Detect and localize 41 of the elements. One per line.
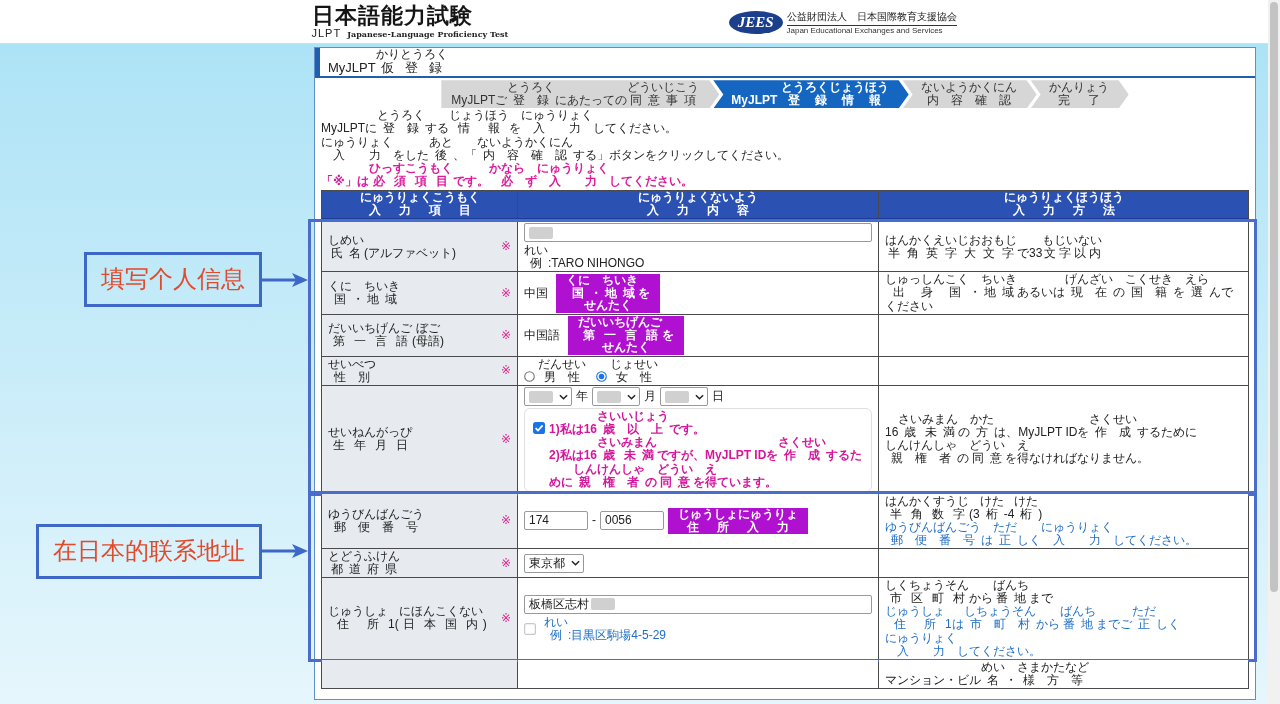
logo-subtitle: Japanese-Language Proficiency Test — [347, 29, 509, 39]
required-mark: ※ — [500, 328, 511, 342]
field-value: 月 — [644, 390, 656, 404]
dropdown-select[interactable]: 東京都 — [524, 553, 584, 573]
callout-label: 在日本的联系地址 — [36, 523, 262, 579]
logo-title: 日本語能力試験 — [311, 3, 474, 27]
field-value: 年 — [576, 390, 588, 404]
callout-label: 填写个人信息 — [84, 252, 262, 308]
text-field[interactable]: 174 — [524, 511, 588, 531]
required-mark: ※ — [500, 240, 511, 254]
dropdown-select[interactable] — [592, 387, 640, 407]
checkbox[interactable] — [533, 422, 545, 435]
field-value: - — [592, 514, 596, 528]
field-value: 中国語 — [524, 328, 560, 342]
dropdown-select[interactable] — [660, 387, 708, 407]
radio-button[interactable] — [524, 371, 535, 383]
field-value: 日 — [712, 390, 724, 404]
text-field[interactable]: 板橋区志村 — [524, 595, 872, 614]
callout-arrow — [262, 271, 308, 288]
dropdown-select[interactable] — [524, 387, 572, 407]
callout-arrow — [262, 543, 308, 560]
org-name: 公益財団法人 日本国際教育支援協会 — [786, 10, 957, 26]
caret-icon — [695, 393, 704, 400]
required-mark: ※ — [500, 514, 511, 528]
required-mark: ※ — [500, 612, 511, 626]
text-field[interactable] — [524, 223, 872, 243]
checkbox[interactable] — [524, 623, 536, 636]
caret-icon — [627, 393, 636, 400]
required-mark: ※ — [500, 556, 511, 570]
org-logo-badge: JEES — [728, 11, 783, 34]
scrollbar-thumb[interactable] — [1270, 2, 1278, 592]
radio-button[interactable] — [596, 371, 607, 383]
field-value: 中国 — [524, 286, 548, 300]
required-mark: ※ — [500, 364, 511, 378]
required-mark: ※ — [500, 432, 511, 447]
caret-icon — [559, 393, 568, 400]
required-mark: ※ — [500, 286, 511, 300]
caret-icon — [571, 560, 580, 567]
org-name-english: Japan Educational Exchanges and Services — [786, 26, 944, 35]
text-field[interactable]: 0056 — [600, 511, 664, 531]
logo-mark: JLPT — [311, 27, 342, 40]
